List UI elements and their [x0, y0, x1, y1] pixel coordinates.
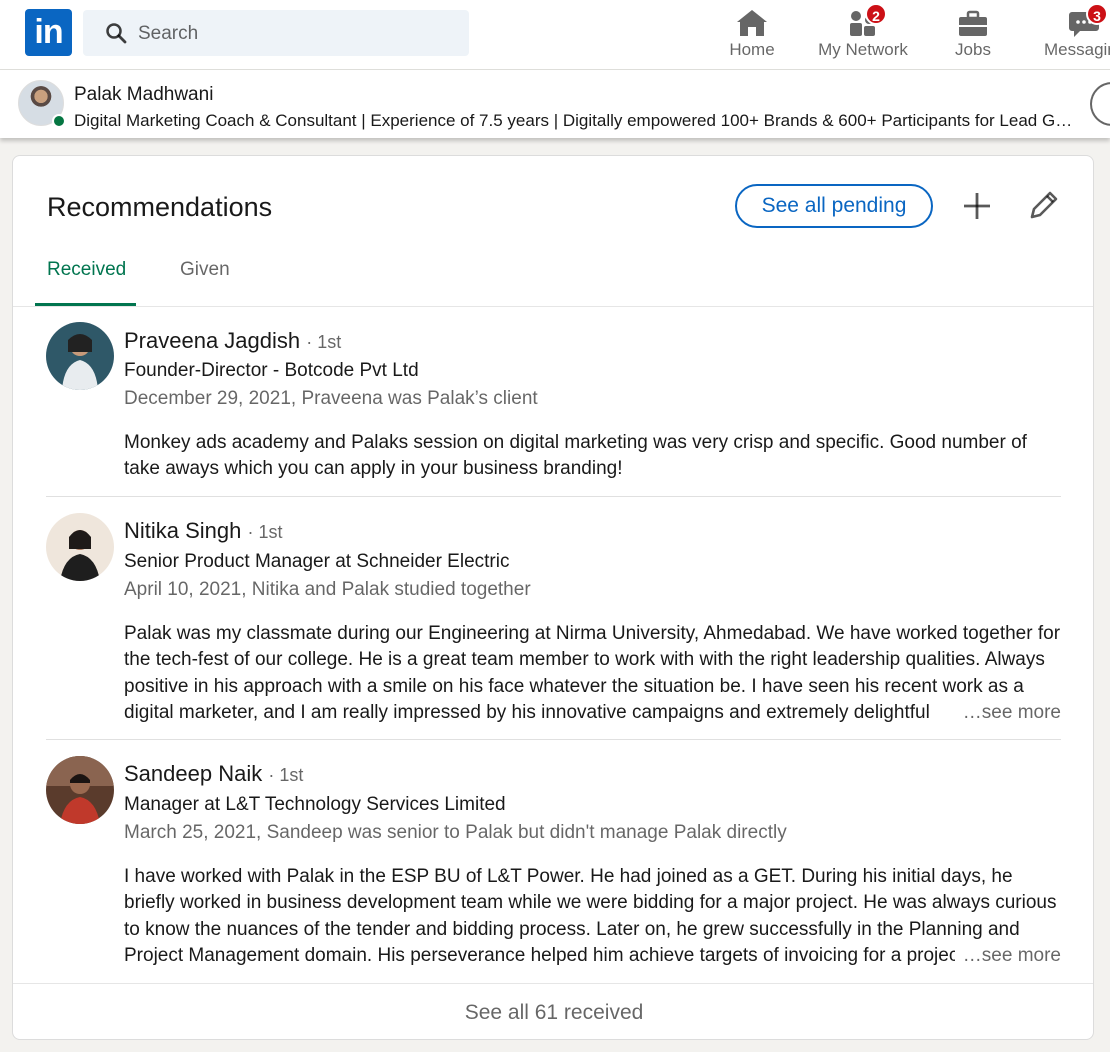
recommendation-tabs: Received Given — [13, 251, 1093, 307]
edit-recommendations-button[interactable] — [1025, 188, 1061, 224]
recommender-avatar[interactable] — [46, 756, 114, 824]
search-input[interactable]: Search — [83, 10, 469, 56]
recommender-name[interactable]: Praveena Jagdish · 1st — [124, 328, 341, 354]
nav-jobs-label: Jobs — [955, 40, 991, 59]
nav-my-network-label: My Network — [818, 40, 908, 59]
recommender-name[interactable]: Nitika Singh · 1st — [124, 518, 283, 544]
recommendation-meta: December 29, 2021, Praveena was Palak’s … — [124, 388, 538, 409]
nav-messaging-label: Messaging — [1044, 40, 1110, 59]
see-all-received-link[interactable]: See all 61 received — [13, 983, 1093, 1039]
recommender-name-text[interactable]: Sandeep Naik — [124, 761, 262, 786]
linkedin-logo[interactable]: in — [25, 9, 72, 56]
profile-name: Palak Madhwani — [74, 84, 214, 105]
see-all-pending-button[interactable]: See all pending — [735, 184, 933, 228]
briefcase-icon — [959, 10, 987, 36]
recommender-name-text[interactable]: Nitika Singh — [124, 518, 241, 543]
divider — [46, 496, 1061, 497]
recommendation-text: Monkey ads academy and Palaks session on… — [124, 432, 1027, 480]
add-recommendation-button[interactable] — [959, 188, 995, 224]
online-status-indicator — [52, 114, 66, 128]
recommender-avatar[interactable] — [46, 322, 114, 390]
connection-degree: · 1st — [247, 522, 283, 542]
tab-received[interactable]: Received — [47, 259, 126, 281]
nav-messaging[interactable]: 3 Messaging — [1040, 3, 1110, 64]
recommender-avatar[interactable] — [46, 513, 114, 581]
see-more-link[interactable]: …see more — [954, 943, 1061, 969]
recommender-name[interactable]: Sandeep Naik · 1st — [124, 761, 303, 787]
messaging-badge: 3 — [1086, 3, 1108, 25]
recommender-title: Founder-Director - Botcode Pvt Ltd — [124, 360, 419, 381]
pencil-icon — [1030, 191, 1058, 219]
search-icon — [106, 23, 127, 44]
nav-home[interactable]: Home — [718, 4, 786, 64]
recommendation-meta: April 10, 2021, Nitika and Palak studied… — [124, 579, 531, 600]
recommendations-card: Recommendations See all pending Received… — [12, 155, 1094, 1040]
network-badge: 2 — [865, 3, 887, 25]
home-icon — [737, 10, 767, 36]
recommender-title: Manager at L&T Technology Services Limit… — [124, 794, 506, 815]
recommender-title: Senior Product Manager at Schneider Elec… — [124, 551, 510, 572]
section-title: Recommendations — [47, 192, 273, 222]
recommendation-text: I have worked with Palak in the ESP BU o… — [124, 866, 1057, 966]
profile-action-button[interactable] — [1090, 82, 1110, 126]
nav-home-label: Home — [729, 40, 775, 59]
active-tab-indicator — [35, 303, 136, 306]
recommendation-text: Palak was my classmate during our Engine… — [124, 623, 1061, 723]
profile-sticky-bar: Palak Madhwani Digital Marketing Coach &… — [0, 70, 1110, 138]
recommender-name-text[interactable]: Praveena Jagdish — [124, 328, 300, 353]
plus-icon — [964, 193, 990, 219]
connection-degree: · 1st — [268, 765, 304, 785]
top-nav: in Search Home 2 My Network Jobs 3 Messa… — [0, 0, 1110, 70]
divider — [46, 739, 1061, 740]
connection-degree: · 1st — [306, 332, 342, 352]
nav-my-network[interactable]: 2 My Network — [813, 3, 913, 64]
search-placeholder: Search — [138, 23, 199, 44]
tab-given[interactable]: Given — [180, 259, 230, 281]
nav-jobs[interactable]: Jobs — [944, 4, 1002, 64]
see-more-link[interactable]: …see more — [954, 700, 1061, 726]
recommendation-meta: March 25, 2021, Sandeep was senior to Pa… — [124, 822, 787, 843]
profile-headline: Digital Marketing Coach & Consultant | E… — [74, 111, 1076, 130]
